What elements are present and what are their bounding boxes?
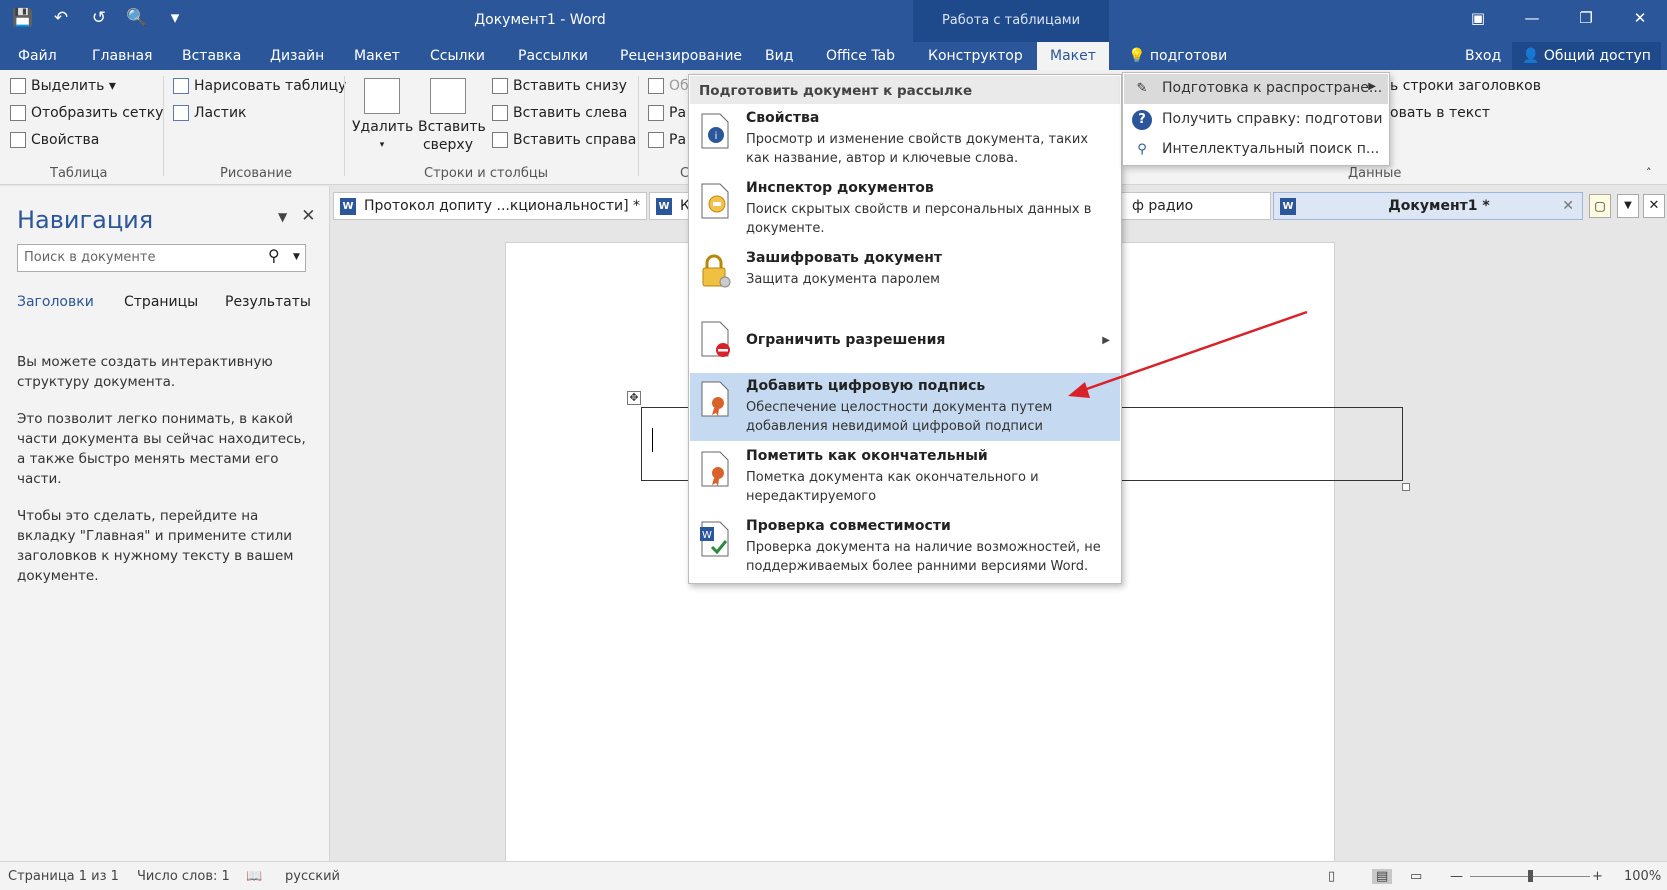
zoom-out-icon[interactable]: — — [1450, 869, 1463, 884]
language[interactable]: русский — [285, 869, 340, 884]
web-layout-icon[interactable]: ▭ — [1410, 869, 1422, 884]
zoom-level[interactable]: 100% — [1624, 869, 1661, 884]
print-layout-icon[interactable]: ▤ — [1372, 869, 1393, 884]
annotation-arrow — [1068, 310, 1308, 398]
read-mode-icon[interactable]: ▯ — [1328, 869, 1335, 884]
page-count[interactable]: Страница 1 из 1 — [8, 869, 119, 884]
zoom-slider-thumb[interactable] — [1528, 870, 1533, 882]
word-count[interactable]: Число слов: 1 — [137, 869, 230, 884]
zoom-in-icon[interactable]: + — [1592, 869, 1603, 884]
proofing-icon[interactable]: 📖 — [246, 869, 262, 884]
status-bar: Страница 1 из 1 Число слов: 1 📖 русский … — [0, 861, 1667, 890]
